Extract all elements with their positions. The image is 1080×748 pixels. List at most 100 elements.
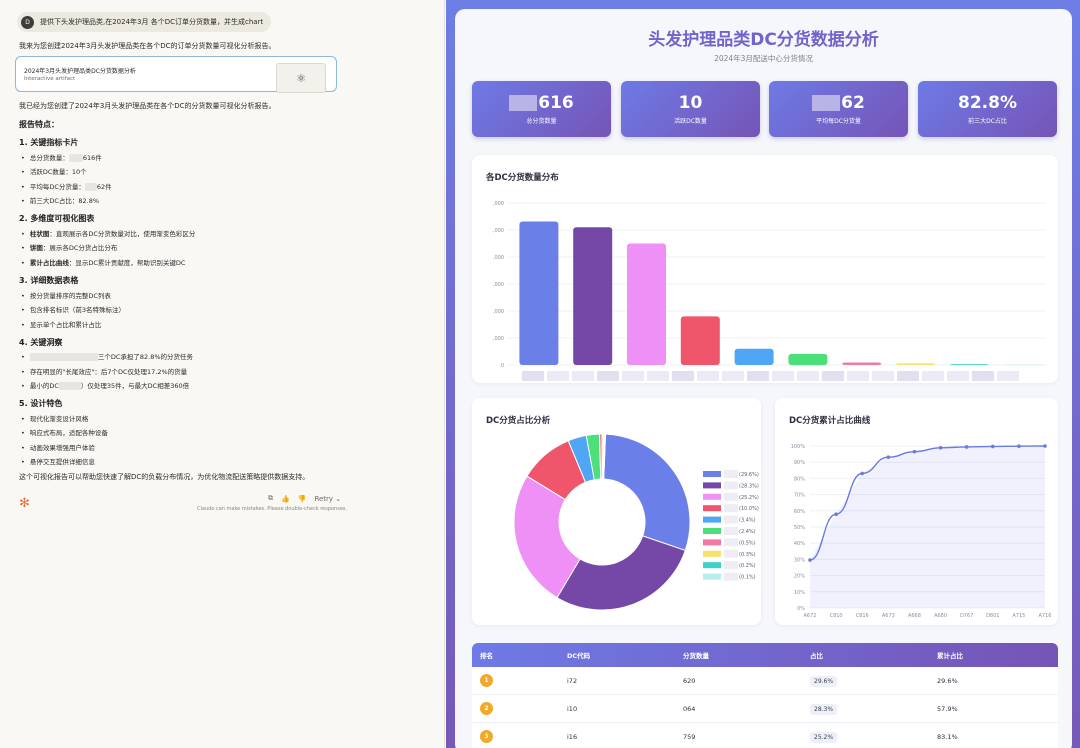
report-heading: 报告特点： <box>19 120 59 129</box>
bar <box>627 243 666 365</box>
x-label-redacted <box>572 371 594 381</box>
cell-code: i16 <box>567 732 578 741</box>
cell-pct: 29.6% <box>810 675 838 687</box>
x-tick-label: A716 <box>1039 613 1052 619</box>
thumbs-up-icon[interactable]: 👍 <box>281 495 290 503</box>
x-label-redacted <box>947 371 969 381</box>
y-tick-label: 30% <box>794 557 805 563</box>
y-tick-label: 60% <box>794 509 805 515</box>
x-tick-label: D767 <box>960 613 973 619</box>
y-tick-label: 50% <box>794 525 805 531</box>
ai-intro: 我来为您创建2024年3月头发护理品类在各个DC的订单分货数量可视化分析报告。 <box>19 42 276 50</box>
pie-slice <box>603 433 691 552</box>
y-tick-label: 100% <box>791 444 806 450</box>
legend-label: (0.5%) <box>739 540 756 546</box>
legend-label: (0.3%) <box>739 552 756 558</box>
legend-label-redacted <box>724 515 738 524</box>
legend-label: (2.4%) <box>739 529 756 535</box>
bar <box>949 364 989 365</box>
legend-label: (25.2%) <box>739 495 759 501</box>
bullet-active: 活跃DC数量：10个 <box>21 166 87 176</box>
pie-chart: (29.6%) (28.3%) (25.2%) (10.0%) (3.4%) (2.4%)… <box>513 433 759 611</box>
table-row: 2 i10 064 28.3% 57.9% <box>472 695 1058 723</box>
bullet-s3-1: 按分货量排序的完整DC列表 <box>21 290 111 300</box>
bar-chart: ,000 ,000 ,000 ,000 ,000 ,000 0 <box>493 201 1046 381</box>
y-tick-label: 0 <box>501 363 504 369</box>
cell-code: i10 <box>567 704 578 713</box>
x-tick-label: D801 <box>986 613 999 619</box>
x-label-redacted <box>847 371 869 381</box>
kpi-total: 616 总分货数量 <box>472 81 611 137</box>
cell-cum: 83.1% <box>937 732 958 741</box>
legend-label-redacted <box>724 572 738 581</box>
bullet-s4-2: 存在明显的"长尾效应"：后7个DC仅处理17.2%的货量 <box>21 366 187 376</box>
x-label-redacted <box>622 371 644 381</box>
cum-point <box>808 558 812 562</box>
legend-label: (0.1%) <box>739 575 756 581</box>
cell-qty: 620 <box>683 676 696 685</box>
bullet-avg: 平均每DC分货量：62件 <box>21 181 112 191</box>
y-tick-label: 10% <box>794 590 805 596</box>
table-header: 排名 DC代码 分货数量 占比 累计占比 <box>472 643 1058 667</box>
cum-point <box>964 445 969 449</box>
x-tick-label: A715 <box>1012 613 1025 619</box>
cell-cum: 57.9% <box>937 704 958 713</box>
legend-swatch <box>703 550 721 557</box>
bar <box>788 353 828 365</box>
bullet-pie: 饼图：展示各DC分货占比分布 <box>21 242 118 252</box>
bar <box>734 348 774 365</box>
x-tick-label: A680 <box>934 613 947 619</box>
thumbs-down-icon[interactable]: 👎 <box>298 495 307 503</box>
bullet-s5-1: 现代化渐变设计风格 <box>21 413 89 423</box>
legend-swatch <box>703 516 721 523</box>
bar <box>680 316 720 365</box>
y-tick-label: 80% <box>794 476 805 482</box>
cum-point <box>990 444 995 449</box>
section-5-heading: 5. 设计特色 <box>19 399 63 408</box>
x-tick-label: A673 <box>882 613 895 619</box>
bullet-total: 总分货数量：616件 <box>21 152 102 162</box>
kpi-avg: 62 平均每DC分货量 <box>769 81 908 137</box>
cell-code: i72 <box>567 676 578 685</box>
cell-qty: 759 <box>683 732 696 741</box>
bullet-cum: 累计占比曲线：显示DC累计贡献度，帮助识别关键DC <box>21 257 186 267</box>
section-4-heading: 4. 关键洞察 <box>19 338 63 347</box>
section-1-heading: 1. 关键指标卡片 <box>19 138 79 147</box>
bar-chart-card: 各DC分货数量分布 ,000,000,000,000,000,000 0 <box>472 155 1058 383</box>
pie-slice <box>556 535 686 611</box>
artifact-panel: 头发护理品类DC分货数据分析 2024年3月配送中心分货情况 616 总分货数量… <box>446 0 1080 748</box>
x-label-redacted <box>972 371 994 381</box>
cum-point <box>912 449 917 454</box>
ai-done: 我已经为您创建了2024年3月头发护理品类在各个DC的分货数量可视化分析报告。 <box>19 102 276 110</box>
pie-chart-card: DC分货占比分析 (29.6%) (28.3%) (25.2%) (10.0%) (3.… <box>472 398 761 625</box>
legend-label-redacted <box>724 492 738 501</box>
x-label-redacted <box>522 371 544 381</box>
message-actions: ⧉ 👍 👎 Retry ⌄ <box>268 494 341 503</box>
copy-icon[interactable]: ⧉ <box>268 494 273 503</box>
bullet-s5-3: 动画效果增强用户体验 <box>21 442 95 452</box>
x-label-redacted <box>697 371 719 381</box>
kpi-active-dc: 10 活跃DC数量 <box>621 81 760 137</box>
x-label-redacted <box>722 371 744 381</box>
bullet-top3: 前三大DC占比：82.8% <box>21 195 99 205</box>
retry-button[interactable]: Retry ⌄ <box>314 495 341 503</box>
kpi-top3: 82.8% 前三大DC占比 <box>918 81 1057 137</box>
ai-closing: 这个可视化报告可以帮助您快速了解DC的负载分布情况，为优化物流配送策略提供数据支… <box>19 473 310 481</box>
bullet-s4-3: 最小的DC）仅处理35件，与最大DC相差360倍 <box>21 380 189 390</box>
legend-swatch <box>703 562 721 569</box>
section-3-heading: 3. 详细数据表格 <box>19 276 79 285</box>
x-label-redacted <box>922 371 944 381</box>
legend-swatch <box>703 573 721 580</box>
y-tick-label: ,000 <box>493 336 504 342</box>
legend-swatch <box>703 482 721 489</box>
artifact-card[interactable]: 2024年3月头发护理品类DC分货数据分析 Interactive artifa… <box>15 56 337 93</box>
bullet-s5-2: 响应式布局，适配各种设备 <box>21 427 108 437</box>
chat-panel: D 提供下头发护理品类,在2024年3月 各个DC订单分货数量，并生成chart… <box>0 0 445 748</box>
bar <box>842 362 882 365</box>
y-tick-label: 20% <box>794 574 805 580</box>
x-label-redacted <box>872 371 894 381</box>
cell-pct: 25.2% <box>810 731 838 743</box>
x-label-redacted <box>822 371 844 381</box>
cell-cum: 29.6% <box>937 676 958 685</box>
legend-swatch <box>703 471 721 477</box>
